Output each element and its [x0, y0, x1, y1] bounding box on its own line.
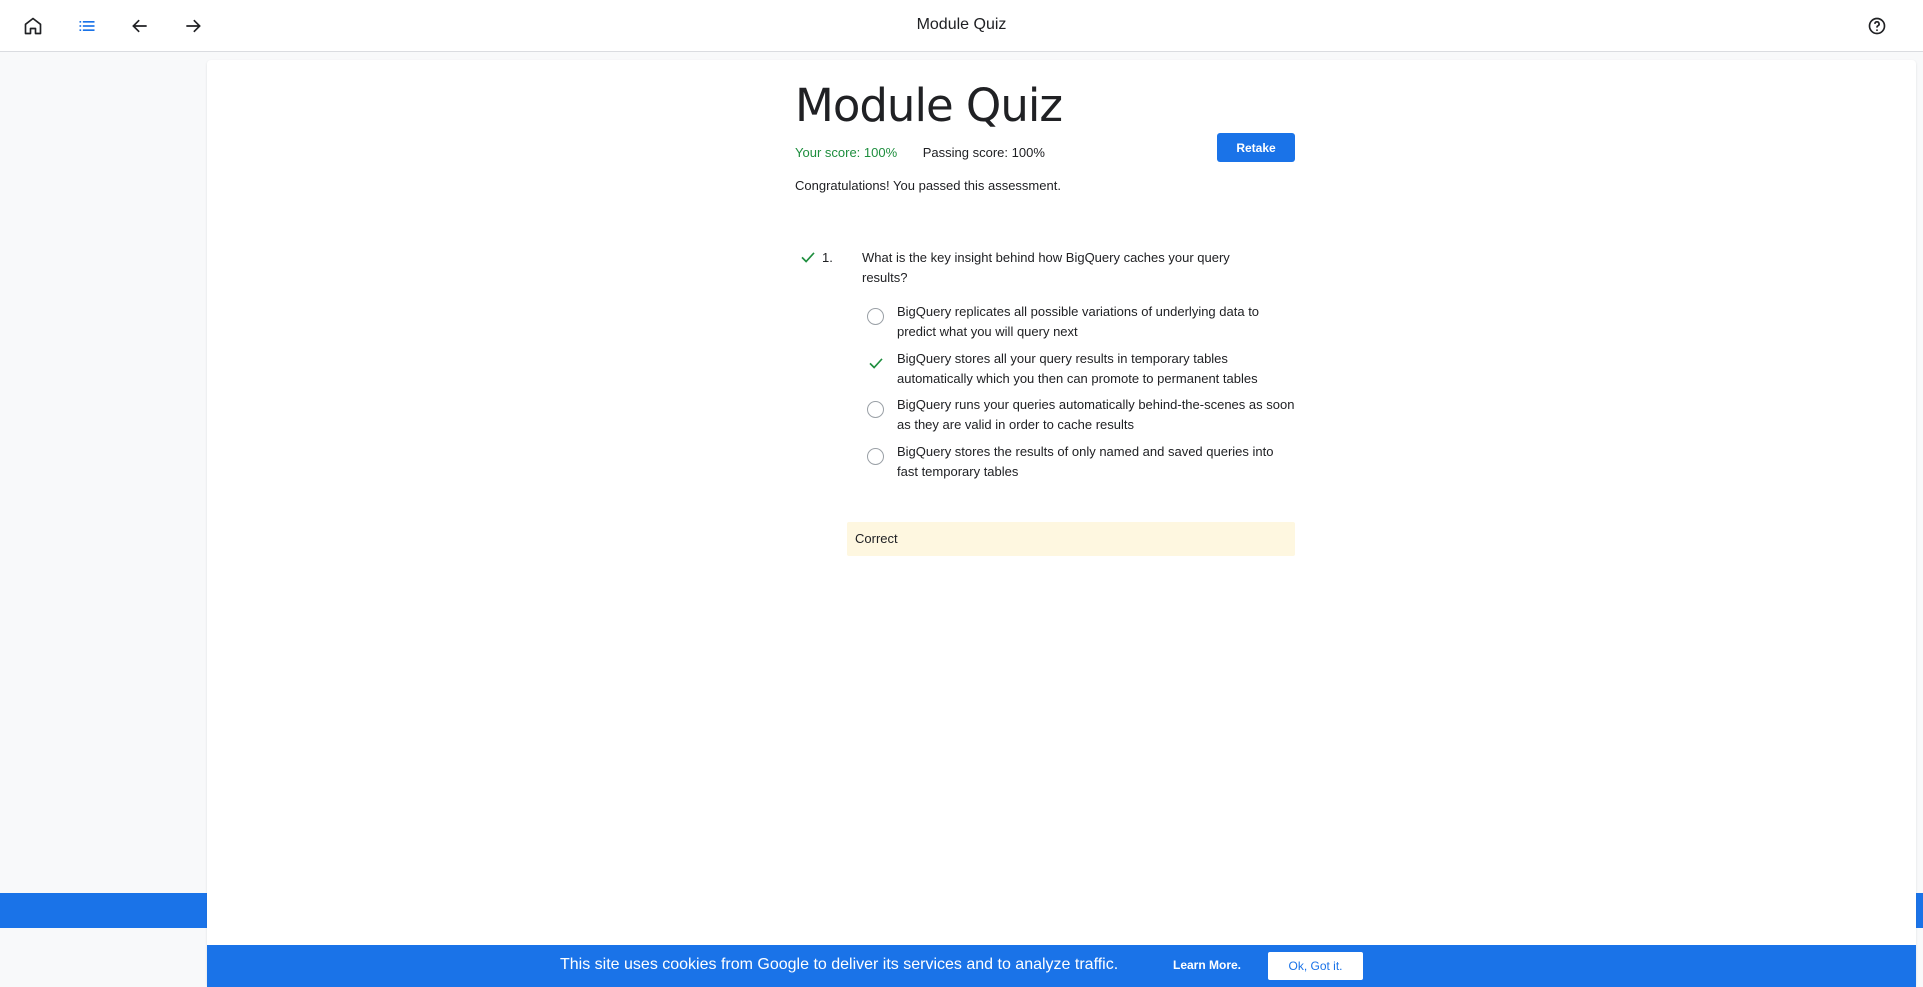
option-text: BigQuery stores the results of only name…	[897, 444, 1274, 479]
help-icon	[1868, 17, 1886, 35]
help-button[interactable]	[1863, 12, 1891, 40]
radio-icon[interactable]	[867, 308, 884, 325]
question-number: 1.	[822, 250, 833, 265]
answer-option[interactable]: BigQuery replicates all possible variati…	[867, 302, 1297, 342]
page-title: Module Quiz	[795, 79, 1063, 132]
passing-score: Passing score: 100%	[922, 145, 1045, 160]
answer-feedback: Correct	[847, 522, 1295, 556]
cookie-text: This site uses cookies from Google to de…	[560, 956, 1119, 973]
question-text: What is the key insight behind how BigQu…	[862, 250, 1230, 285]
answer-option[interactable]: BigQuery stores all your query results i…	[867, 349, 1297, 389]
quiz-content: Module Quiz Your score: 100% Passing sco…	[795, 78, 1295, 556]
answer-option[interactable]: BigQuery runs your queries automatically…	[867, 395, 1297, 435]
score-row: Your score: 100% Passing score: 100%	[795, 145, 1045, 160]
radio-icon[interactable]	[867, 448, 884, 465]
top-bar: Module Quiz	[0, 0, 1923, 52]
your-score: Your score: 100%	[795, 145, 898, 160]
cookie-banner: This site uses cookies from Google to de…	[207, 945, 1916, 987]
blue-strip	[1916, 893, 1923, 928]
blue-strip	[0, 893, 207, 928]
answer-option[interactable]: BigQuery stores the results of only name…	[867, 442, 1297, 482]
option-text: BigQuery stores all your query results i…	[897, 351, 1258, 386]
check-icon	[801, 252, 815, 263]
option-text: BigQuery runs your queries automatically…	[897, 397, 1295, 432]
congrats-message: Congratulations! You passed this assessm…	[795, 178, 1061, 193]
option-text: BigQuery replicates all possible variati…	[897, 304, 1260, 339]
accept-cookies-button[interactable]: Ok, Got it.	[1268, 952, 1363, 980]
topbar-title: Module Quiz	[916, 16, 1007, 33]
learn-more-link[interactable]: Learn More.	[1173, 958, 1241, 972]
retake-button[interactable]: Retake	[1217, 133, 1295, 162]
radio-icon[interactable]	[867, 401, 884, 418]
check-icon	[869, 358, 883, 369]
